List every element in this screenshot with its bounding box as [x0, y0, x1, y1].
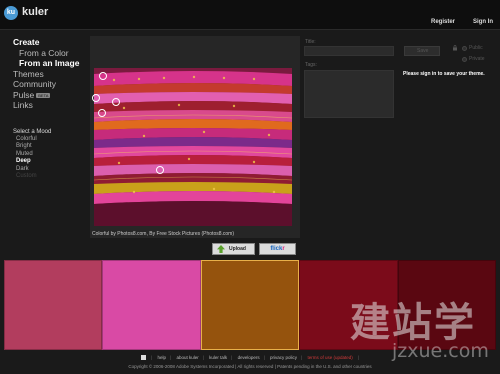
save-label: Save [417, 48, 429, 54]
footer-trailing: | [358, 355, 360, 360]
public-radio[interactable] [462, 46, 467, 51]
color-swatch-4[interactable] [299, 260, 398, 350]
register-link[interactable]: Register [431, 19, 455, 25]
private-radio[interactable] [462, 57, 467, 62]
kuler-logo-icon[interactable]: ku [4, 6, 18, 20]
footer-link-talk[interactable]: kuler talk [209, 355, 227, 360]
color-swatch-2[interactable] [102, 260, 201, 350]
footer-link-about[interactable]: about kuler [176, 355, 198, 360]
fabric-photo[interactable] [94, 68, 292, 226]
color-swatch-5[interactable] [397, 260, 497, 350]
upload-label: Upload [229, 246, 246, 252]
nav-from-image[interactable]: From an Image [13, 58, 88, 69]
signin-message: Please sign in to save your theme. [403, 71, 485, 77]
color-picker-3[interactable] [112, 98, 120, 106]
left-nav: Create From a Color From an Image Themes… [13, 37, 88, 181]
image-panel: Colorful by Photos8.com, By Free Stock P… [90, 36, 300, 238]
footer-link-terms[interactable]: terms of use (updated) [308, 355, 353, 360]
nav-pulse-label: Pulse [13, 89, 35, 100]
tags-input[interactable] [304, 70, 394, 118]
footer-link-help[interactable]: help [157, 355, 166, 360]
color-swatch-1[interactable] [4, 260, 103, 350]
signin-link[interactable]: Sign In [473, 19, 493, 25]
app-name[interactable]: kuler [22, 6, 48, 18]
flickr-label-2: r [282, 246, 285, 252]
nav-from-color[interactable]: From a Color [13, 48, 88, 59]
nav-community[interactable]: Community [13, 79, 88, 90]
title-label: Title: [305, 39, 316, 45]
upload-arrow-icon [217, 245, 225, 253]
footer-link-privacy[interactable]: privacy policy [270, 355, 297, 360]
color-picker-5[interactable] [156, 166, 164, 174]
title-input[interactable] [304, 46, 394, 56]
mood-title: Select a Mood [13, 128, 52, 135]
flickr-label-1: flick [270, 246, 283, 252]
color-picker-2[interactable] [92, 94, 100, 102]
mood-custom[interactable]: Custom [13, 173, 88, 181]
tags-label: Tags: [305, 62, 317, 68]
beta-badge: BETA [36, 92, 51, 98]
footer-link-developers[interactable]: developers [238, 355, 260, 360]
mood-colorful[interactable]: Colorful [13, 136, 88, 144]
color-picker-4[interactable] [98, 109, 106, 117]
top-bar: ku kuler Register Sign In [0, 0, 500, 30]
upload-button[interactable]: Upload [212, 243, 255, 255]
mood-deep[interactable]: Deep [13, 158, 88, 166]
theme-swatches [4, 260, 497, 350]
color-swatch-3[interactable] [200, 260, 300, 350]
footer-links: | help | about kuler | kuler talk | develop… [0, 355, 500, 361]
footer-copyright: Copyright © 2006-2008 Adobe Systems Inco… [128, 364, 372, 369]
save-button[interactable]: Save [404, 46, 440, 56]
nav-links[interactable]: Links [13, 100, 88, 111]
lock-icon [453, 45, 457, 51]
nav-create[interactable]: Create [13, 37, 88, 48]
mood-muted[interactable]: Muted [13, 151, 88, 159]
adobe-icon [140, 355, 146, 361]
private-label: Private [469, 56, 485, 62]
photo-caption: Colorful by Photos8.com, By Free Stock P… [92, 231, 234, 237]
public-label: Public [469, 45, 483, 51]
nav-pulse[interactable]: Pulse BETA [13, 90, 88, 101]
mood-bright[interactable]: Bright [13, 143, 88, 151]
nav-themes[interactable]: Themes [13, 69, 88, 80]
mood-dark[interactable]: Dark [13, 166, 88, 174]
color-picker-1[interactable] [99, 72, 107, 80]
flickr-button[interactable]: flickr [259, 243, 296, 255]
